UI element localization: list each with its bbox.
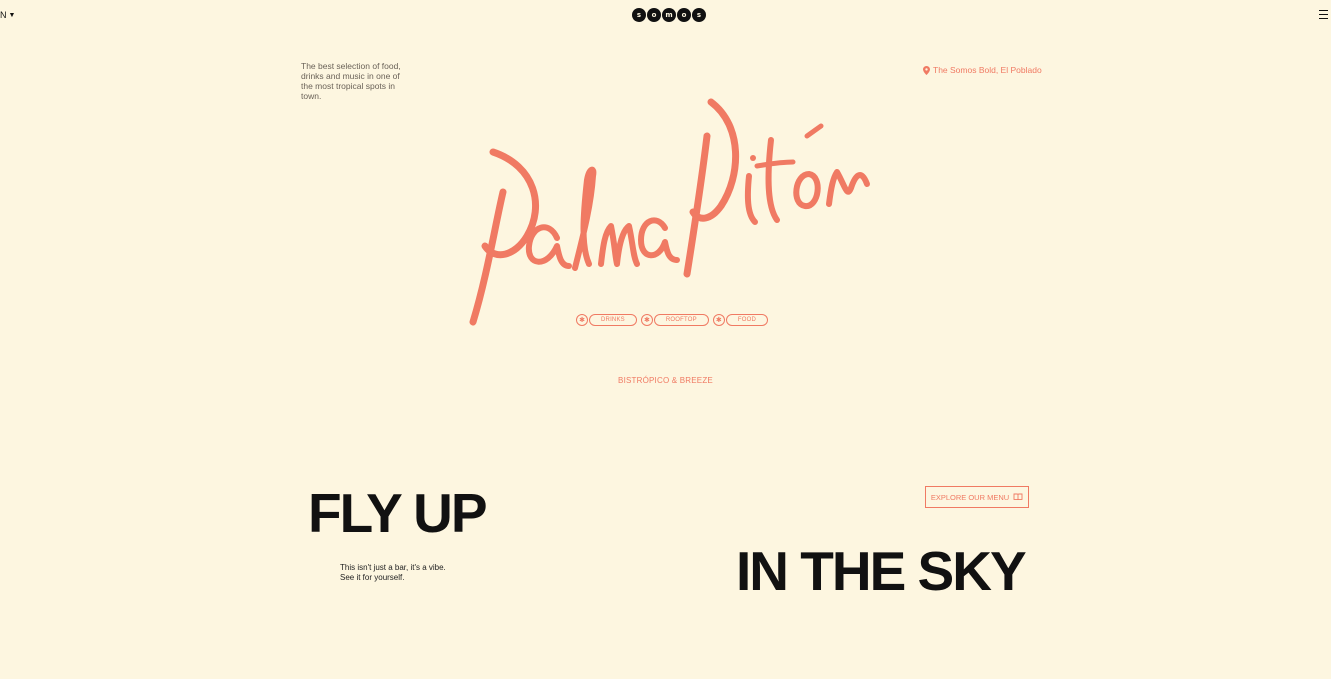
map-pin-icon — [923, 65, 930, 75]
brand-letter: s — [692, 8, 706, 22]
vibe-text: This isn't just a bar, it's a vibe. See … — [340, 563, 446, 583]
tag-label: DRINKS — [589, 314, 637, 326]
hero-tags: ✱ DRINKS ✱ ROOFTOP ✱ FOOD — [576, 314, 768, 326]
tag-drinks[interactable]: ✱ DRINKS — [576, 314, 637, 326]
heading-fly-up: FLY UP — [308, 482, 488, 544]
explore-menu-button[interactable]: EXPLORE OUR MENU — [925, 486, 1029, 508]
sun-icon: ✱ — [712, 314, 725, 326]
hero-subtitle: BISTRÓPICO & BREEZE — [618, 376, 713, 385]
hero-tagline: The best selection of food, drinks and m… — [301, 61, 401, 101]
palma-piton-logo — [465, 96, 875, 331]
hamburger-menu-icon[interactable] — [1319, 10, 1328, 19]
explore-menu-label: EXPLORE OUR MENU — [930, 492, 1010, 502]
vibe-line: This isn't just a bar, it's a vibe. — [340, 563, 446, 572]
tag-food[interactable]: ✱ FOOD — [712, 314, 768, 326]
brand-letter: o — [647, 8, 661, 22]
heading-in-the-sky: IN THE SKY — [736, 540, 1027, 602]
language-selector[interactable]: N ▼ — [0, 10, 15, 20]
caret-down-icon: ▼ — [8, 11, 16, 19]
location-link[interactable]: The Somos Bold, El Poblado — [923, 65, 1042, 75]
brand-letter: o — [677, 8, 691, 22]
tag-label: ROOFTOP — [653, 314, 709, 326]
location-label: The Somos Bold, El Poblado — [933, 65, 1042, 75]
brand-letter: m — [662, 8, 676, 22]
sun-icon: ✱ — [640, 314, 653, 326]
palma-piton-logo-art — [469, 98, 870, 326]
sun-icon: ✱ — [576, 314, 588, 326]
tag-rooftop[interactable]: ✱ ROOFTOP — [640, 314, 709, 326]
page: N ▼ s o m o s The best selection of food… — [0, 0, 1331, 679]
vibe-line: See it for yourself. — [340, 573, 405, 582]
language-label: N — [0, 10, 7, 20]
brand-logo[interactable]: s o m o s — [632, 8, 706, 22]
book-icon — [1013, 493, 1023, 501]
tag-label: FOOD — [725, 314, 768, 326]
brand-letter: s — [632, 8, 646, 22]
